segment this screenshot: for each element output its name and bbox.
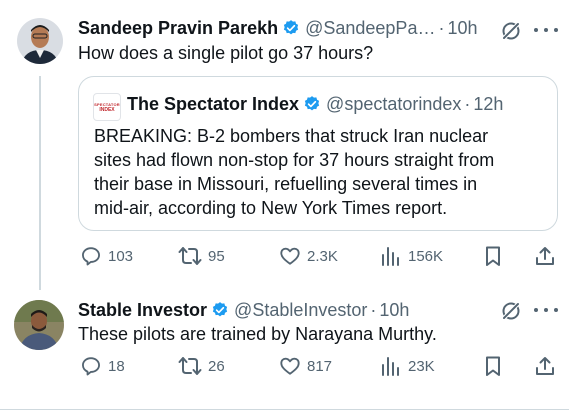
quoted-author-handle[interactable]: @spectatorindex [326,93,461,115]
verified-badge-icon [303,95,321,113]
avatar[interactable] [17,18,63,64]
bottom-divider [0,409,569,410]
tweet-actions-bar: 103 95 2.3K 156K [78,243,558,269]
bookmark-icon [486,356,500,376]
quoted-tweet-header: The Spectator Index @spectatorindex · 12… [127,93,503,115]
verified-badge-icon [211,301,229,319]
separator-dot: · [464,94,471,114]
reply-icon [82,357,100,376]
quoted-author-name[interactable]: The Spectator Index [127,93,299,115]
reply-count: 18 [108,357,125,375]
reply-button[interactable]: 18 [80,353,125,379]
like-icon [280,247,300,265]
quoted-text-line: their base in Missouri, refuelling sever… [94,174,478,194]
author-handle[interactable]: @StableInvestor [234,299,367,321]
timestamp[interactable]: 10h [447,17,477,39]
author-handle[interactable]: @SandeepPa… [305,17,435,39]
quoted-tweet-text: BREAKING: B-2 bombers that struck Iran n… [94,124,494,220]
reply-button[interactable]: 103 [80,243,133,269]
more-icon[interactable] [534,299,558,321]
like-icon [280,357,300,375]
tweet-text: How does a single pilot go 37 hours? [78,43,374,63]
like-count: 817 [307,357,333,375]
repost-icon [178,357,202,375]
tweet-text: These pilots are trained by Narayana Mur… [78,324,437,344]
more-icon[interactable] [534,19,558,41]
repost-button[interactable]: 26 [178,353,225,379]
grok-icon[interactable] [500,300,522,322]
share-icon [536,357,554,375]
reply-icon [82,247,100,266]
grok-icon[interactable] [500,20,522,42]
share-button[interactable] [534,243,556,269]
thread-connector-line [39,76,41,290]
avatar[interactable] [14,300,64,350]
quoted-timestamp[interactable]: 12h [473,93,503,115]
avatar-logo-text-bottom: INDEX [99,106,115,113]
repost-count: 26 [208,357,225,375]
like-button[interactable]: 2.3K [279,243,338,269]
bookmark-icon [486,246,500,266]
share-button[interactable] [534,353,556,379]
views-button[interactable]: 156K [380,243,443,269]
separator-dot: · [370,300,377,320]
views-icon [382,357,399,376]
repost-button[interactable]: 95 [178,243,225,269]
reply-count: 103 [108,247,134,265]
like-count: 2.3K [307,247,338,265]
share-icon [536,247,554,265]
tweet-actions-bar: 18 26 817 23K [78,353,558,379]
views-count: 156K [408,247,444,265]
bookmark-button[interactable] [483,353,503,379]
quoted-avatar[interactable]: SPECTATOR INDEX [93,93,121,121]
views-count: 23K [408,357,435,375]
quoted-text-line: BREAKING: B-2 bombers that struck Iran n… [94,126,489,146]
repost-count: 95 [208,247,225,265]
views-button[interactable]: 23K [380,353,435,379]
tweet-header: Stable Investor @StableInvestor · 10h [78,299,409,321]
bookmark-button[interactable] [483,243,503,269]
quoted-tweet-card[interactable]: SPECTATOR INDEX The Spectator Index @spe… [78,76,558,231]
tweet-header: Sandeep Pravin Parekh @SandeepPa… · 10h [78,17,478,39]
author-name[interactable]: Sandeep Pravin Parekh [78,17,278,39]
quoted-text-line: mid-air, according to New York Times rep… [94,198,448,218]
quoted-text-line: sites had flown non-stop for 37 hours st… [94,150,495,170]
author-name[interactable]: Stable Investor [78,299,207,321]
views-icon [382,247,399,266]
separator-dot: · [438,18,445,38]
like-button[interactable]: 817 [279,353,332,379]
repost-icon [178,247,202,265]
timestamp[interactable]: 10h [379,299,409,321]
verified-badge-icon [282,19,300,37]
